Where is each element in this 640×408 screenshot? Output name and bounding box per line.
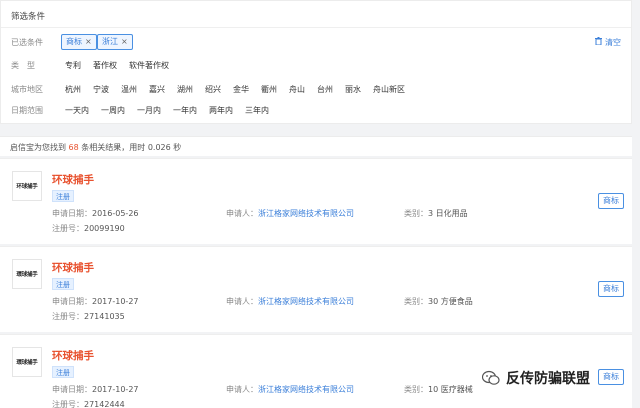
- applicant-label: 申请人：: [226, 297, 258, 306]
- result-count: 68: [68, 143, 79, 152]
- trademark-name[interactable]: 环球捕手: [52, 172, 94, 187]
- reg-no-value: 20099190: [84, 224, 125, 233]
- result-card[interactable]: 环球捕手 环球捕手 注册 申请日期：2016-05-26 申请人：浙江格家网络技…: [0, 158, 632, 244]
- city-option[interactable]: 衢州: [261, 84, 277, 95]
- city-option[interactable]: 温州: [121, 84, 137, 95]
- type-button[interactable]: 商标: [598, 369, 624, 385]
- category: 类别：10 医疗器械: [404, 384, 473, 395]
- category-value: 3 日化用品: [428, 209, 468, 218]
- chip-label: 商标: [66, 37, 82, 46]
- date-label: 日期范围: [11, 106, 43, 115]
- reg-no: 注册号：20099190: [52, 223, 125, 234]
- applicant: 申请人：浙江格家网络技术有限公司: [226, 296, 354, 307]
- category-label: 类别：: [404, 297, 428, 306]
- category-label: 类别：: [404, 385, 428, 394]
- summary-text: 启信宝为您找到 68 条相关结果，用时 0.026 秒: [10, 142, 181, 153]
- clear-button[interactable]: 清空: [595, 37, 621, 48]
- status-badge: 注册: [52, 278, 74, 290]
- category-value: 30 方便食品: [428, 297, 473, 306]
- type-option-software-copyright[interactable]: 软件著作权: [129, 60, 169, 71]
- status-badge: 注册: [52, 366, 74, 378]
- applicant-label: 申请人：: [226, 209, 258, 218]
- apply-date: 申请日期：2016-05-26: [52, 208, 139, 219]
- date-option[interactable]: 三年内: [245, 105, 269, 116]
- reg-no: 注册号：27142444: [52, 399, 125, 408]
- applicant-link[interactable]: 浙江格家网络技术有限公司: [258, 209, 354, 218]
- city-label: 城市地区: [11, 85, 43, 94]
- category-value: 10 医疗器械: [428, 385, 473, 394]
- applicant-label: 申请人：: [226, 385, 258, 394]
- trash-icon: [595, 37, 605, 47]
- applicant: 申请人：浙江格家网络技术有限公司: [226, 384, 354, 395]
- reg-no-value: 27142444: [84, 400, 125, 408]
- city-option[interactable]: 舟山新区: [373, 84, 405, 95]
- apply-date: 申请日期：2017-10-27: [52, 296, 139, 307]
- chip-label: 浙江: [102, 37, 118, 46]
- city-option[interactable]: 台州: [317, 84, 333, 95]
- result-summary: 启信宝为您找到 68 条相关结果，用时 0.026 秒: [0, 136, 632, 156]
- type-option-patent[interactable]: 专利: [65, 60, 81, 71]
- city-option[interactable]: 绍兴: [205, 84, 221, 95]
- date-option[interactable]: 一月内: [137, 105, 161, 116]
- apply-date-label: 申请日期：: [52, 297, 92, 306]
- city-option[interactable]: 宁波: [93, 84, 109, 95]
- reg-no-label: 注册号：: [52, 312, 84, 321]
- result-card[interactable]: 環球捕手 环球捕手 注册 申请日期：2017-10-27 申请人：浙江格家网络技…: [0, 246, 632, 332]
- trademark-logo: 环球捕手: [12, 171, 42, 201]
- apply-date-label: 申请日期：: [52, 209, 92, 218]
- chip-zhejiang[interactable]: 浙江 ×: [97, 34, 133, 50]
- city-options: 杭州 宁波 温州 嘉兴 湖州 绍兴 金华 衢州 舟山 台州 丽水 舟山新区: [65, 84, 417, 95]
- apply-date-value: 2017-10-27: [92, 385, 139, 394]
- city-option[interactable]: 湖州: [177, 84, 193, 95]
- status-badge: 注册: [52, 190, 74, 202]
- apply-date-label: 申请日期：: [52, 385, 92, 394]
- city-option[interactable]: 舟山: [289, 84, 305, 95]
- filter-title: 筛选条件: [11, 12, 46, 22]
- type-button[interactable]: 商标: [598, 281, 624, 297]
- type-options: 专利 著作权 软件著作权: [65, 60, 181, 71]
- watermark-text: 反传防骗联盟: [506, 371, 590, 387]
- apply-date-value: 2017-10-27: [92, 297, 139, 306]
- wechat-icon: [481, 370, 500, 386]
- date-option[interactable]: 一年内: [173, 105, 197, 116]
- applicant-link[interactable]: 浙江格家网络技术有限公司: [258, 297, 354, 306]
- reg-no: 注册号：27141035: [52, 311, 125, 322]
- city-option[interactable]: 杭州: [65, 84, 81, 95]
- category: 类别：30 方便食品: [404, 296, 473, 307]
- applicant-link[interactable]: 浙江格家网络技术有限公司: [258, 385, 354, 394]
- trademark-name[interactable]: 环球捕手: [52, 348, 94, 363]
- reg-no-label: 注册号：: [52, 400, 84, 408]
- reg-no-value: 27141035: [84, 312, 125, 321]
- summary-prefix: 启信宝为您找到: [10, 143, 66, 152]
- chip-trademark[interactable]: 商标 ×: [61, 34, 97, 50]
- applicant: 申请人：浙江格家网络技术有限公司: [226, 208, 354, 219]
- date-options: 一天内 一周内 一月内 一年内 两年内 三年内: [65, 105, 281, 116]
- filter-panel: 筛选条件 已选条件 商标 × 浙江 × 清空 类 型 专利 著作权 软件著作权 城市…: [0, 0, 632, 124]
- chip-close-icon[interactable]: ×: [85, 37, 92, 46]
- trademark-logo: 環球捕手: [12, 259, 42, 289]
- trademark-name[interactable]: 环球捕手: [52, 260, 94, 275]
- divider: [1, 27, 631, 28]
- category: 类别：3 日化用品: [404, 208, 468, 219]
- type-button[interactable]: 商标: [598, 193, 624, 209]
- apply-date: 申请日期：2017-10-27: [52, 384, 139, 395]
- trademark-logo: 環球捕手: [12, 347, 42, 377]
- chip-close-icon[interactable]: ×: [121, 37, 128, 46]
- watermark: 反传防骗联盟: [481, 368, 590, 388]
- reg-no-label: 注册号：: [52, 224, 84, 233]
- type-option-copyright[interactable]: 著作权: [93, 60, 117, 71]
- type-label: 类 型: [11, 61, 35, 70]
- date-option[interactable]: 两年内: [209, 105, 233, 116]
- clear-label: 清空: [605, 38, 621, 47]
- apply-date-value: 2016-05-26: [92, 209, 139, 218]
- city-option[interactable]: 嘉兴: [149, 84, 165, 95]
- selected-label: 已选条件: [11, 38, 43, 47]
- date-option[interactable]: 一周内: [101, 105, 125, 116]
- category-label: 类别：: [404, 209, 428, 218]
- date-option[interactable]: 一天内: [65, 105, 89, 116]
- summary-suffix: 条相关结果，用时 0.026 秒: [81, 143, 182, 152]
- city-option[interactable]: 金华: [233, 84, 249, 95]
- city-option[interactable]: 丽水: [345, 84, 361, 95]
